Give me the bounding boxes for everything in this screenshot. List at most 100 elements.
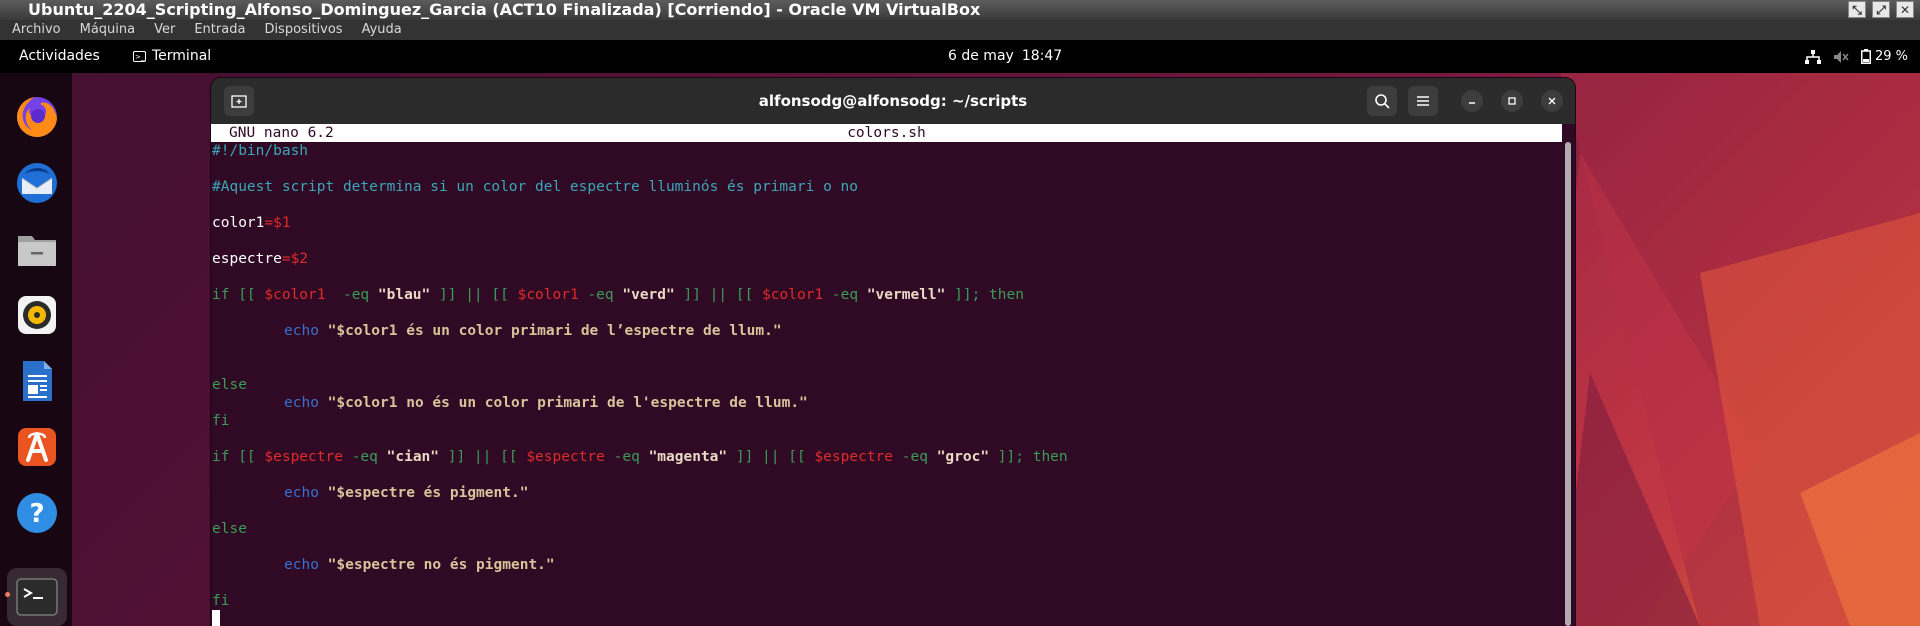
code-token: -eq (325, 287, 378, 303)
code-token: "$espectre no és pigment." (327, 557, 555, 573)
var-name: espectre (212, 251, 282, 267)
code-token: $espectre (264, 449, 343, 465)
dock-libreoffice-writer[interactable] (12, 356, 62, 406)
code-token: ]]; then (989, 449, 1068, 465)
code-token: echo (284, 323, 319, 339)
dock-rhythmbox[interactable] (12, 290, 62, 340)
close-icon[interactable]: ✕ (1896, 1, 1914, 18)
hamburger-icon (1417, 96, 1429, 106)
vbox-window-title: Ubuntu_2204_Scripting_Alfonso_Dominguez_… (0, 0, 1920, 20)
terminal-scrollbar[interactable] (1565, 142, 1571, 626)
code-token: "$espectre és pigment." (327, 485, 529, 501)
minimize-button[interactable] (1461, 90, 1483, 112)
minimize-icon[interactable]: ⤡ (1848, 1, 1866, 18)
code-token: -eq (578, 287, 623, 303)
dock-software-center[interactable] (12, 422, 62, 472)
dock-files[interactable] (12, 224, 62, 274)
code-token: ]] || [[ (727, 449, 815, 465)
battery-percent: 29 % (1874, 49, 1908, 64)
code-token: "vermell" (866, 287, 946, 303)
help-icon: ? (17, 493, 57, 533)
terminal-icon: >_ (133, 51, 146, 62)
code-token: echo (284, 557, 319, 573)
assign-op: = (264, 215, 274, 231)
code-token: -eq (893, 449, 937, 465)
close-button[interactable] (1541, 90, 1563, 112)
code-line-espectre: espectre=$2 (212, 250, 308, 268)
menu-archivo[interactable]: Archivo (12, 20, 61, 40)
code-token: "$color1 no és un color primari de l'esp… (327, 395, 808, 411)
activities-button[interactable]: Actividades (19, 40, 100, 73)
vbox-window-controls: ⤡ ⤢ ✕ (1848, 1, 1914, 18)
code-token: $espectre (814, 449, 894, 465)
code-token: -eq (823, 287, 867, 303)
menu-ayuda[interactable]: Ayuda (362, 20, 402, 40)
code-token: ]] || [[ (430, 287, 518, 303)
code-token: echo (284, 485, 319, 501)
code-line-color1: color1=$1 (212, 214, 291, 232)
nano-title-bar: colors.sh GNU nano 6.2 (211, 124, 1562, 142)
editor-buffer[interactable]: #!/bin/bash #Aquest script determina si … (212, 142, 1068, 609)
code-line-comment: #Aquest script determina si un color del… (212, 179, 859, 195)
text-cursor (212, 610, 220, 626)
maximize-icon (1508, 97, 1516, 105)
firefox-icon (17, 97, 57, 137)
search-icon (1375, 94, 1390, 109)
code-line-else1: else (212, 377, 247, 393)
dock-help[interactable]: ? (12, 488, 62, 538)
code-line-echo2: echo "$color1 no és un color primari de … (284, 394, 808, 412)
code-line-fi1: fi (212, 413, 230, 429)
terminal-window: alfonsodg@alfonsodg: ~/scripts colors.sh… (211, 78, 1575, 626)
scrollbar-thumb[interactable] (1565, 142, 1571, 626)
code-token: if [[ (212, 449, 265, 465)
code-line-echo4: echo "$espectre no és pigment." (284, 556, 555, 574)
dock-firefox[interactable] (12, 92, 62, 142)
code-token: ]]; then (945, 287, 1024, 303)
app-menu-label: Terminal (152, 48, 212, 64)
menu-dispositivos[interactable]: Dispositivos (264, 20, 342, 40)
menu-ver[interactable]: Ver (154, 20, 175, 40)
clock-date: 6 de may (948, 48, 1014, 64)
assign-op: = (281, 251, 291, 267)
dock: ? (0, 73, 72, 626)
system-tray[interactable]: 29 % (1804, 40, 1908, 73)
rhythmbox-icon (18, 296, 56, 334)
code-token: -eq (342, 449, 387, 465)
network-icon (1804, 49, 1821, 64)
maximize-button[interactable] (1501, 90, 1523, 112)
code-token: "$color1 és un color primari de l’espect… (327, 323, 782, 339)
terminal-header-bar: alfonsodg@alfonsodg: ~/scripts (211, 78, 1575, 124)
volume-muted-icon (1833, 50, 1849, 63)
code-token: $color1 (517, 287, 579, 303)
vbox-menu-bar: Archivo Máquina Ver Entrada Dispositivos… (0, 20, 1920, 40)
menu-maquina[interactable]: Máquina (80, 20, 136, 40)
code-token: $color1 (264, 287, 326, 303)
code-line-echo3: echo "$espectre és pigment." (284, 484, 528, 502)
code-token: echo (284, 395, 319, 411)
terminal-app-icon (16, 578, 58, 616)
vbox-title-text: Ubuntu_2204_Scripting_Alfonso_Dominguez_… (28, 0, 981, 19)
code-token: "verd" (622, 287, 675, 303)
app-menu-terminal[interactable]: >_ Terminal (133, 40, 211, 73)
maximize-icon[interactable]: ⤢ (1872, 1, 1890, 18)
battery-indicator: 29 % (1860, 40, 1908, 73)
code-line-echo1: echo "$color1 és un color primari de l’e… (284, 322, 782, 340)
clock-time: 18:47 (1021, 48, 1063, 64)
dock-terminal[interactable] (7, 568, 67, 626)
code-token: -eq (604, 449, 649, 465)
clock-button[interactable]: 6 de may 18:47 (948, 40, 1062, 73)
battery-icon (1860, 49, 1871, 64)
search-button[interactable] (1367, 86, 1397, 116)
code-token: if [[ (212, 287, 265, 303)
code-token: "magenta" (648, 449, 728, 465)
code-token: $espectre (526, 449, 605, 465)
code-token: $color1 (762, 287, 824, 303)
code-token: "groc" (936, 449, 990, 465)
dock-thunderbird[interactable] (12, 158, 62, 208)
code-token: "blau" (377, 287, 431, 303)
files-icon (18, 236, 56, 266)
var-value: $2 (290, 251, 309, 267)
menu-entrada[interactable]: Entrada (194, 20, 245, 40)
menu-button[interactable] (1408, 86, 1438, 116)
code-token: "cian" (386, 449, 440, 465)
